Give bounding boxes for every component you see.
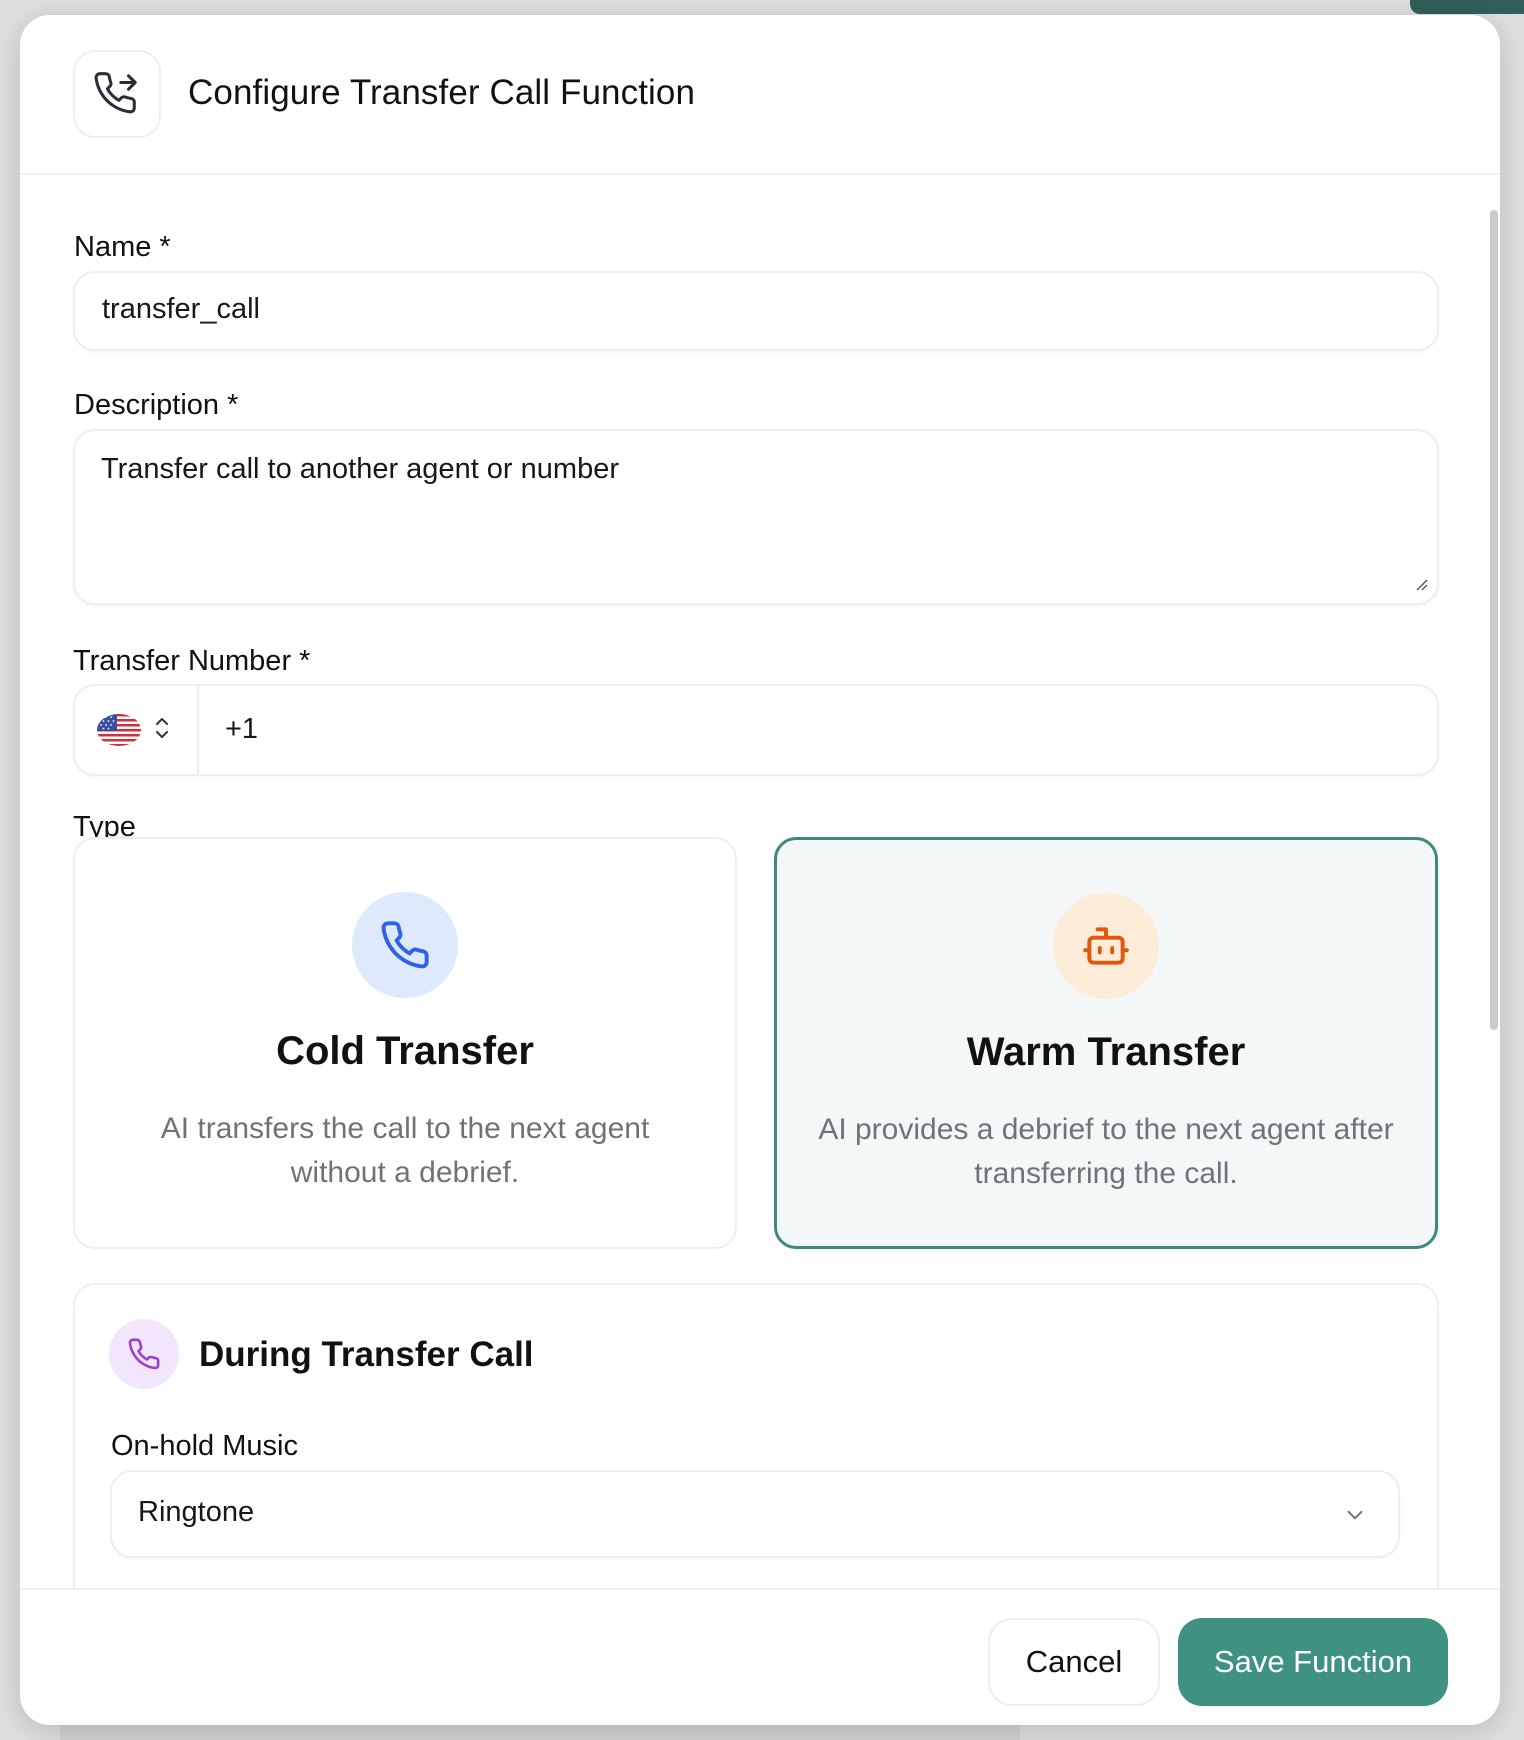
description-textarea[interactable]: Transfer call to another agent or number	[73, 429, 1439, 605]
save-function-button[interactable]: Save Function	[1178, 1618, 1448, 1706]
warm-transfer-option[interactable]: Warm Transfer AI provides a debrief to t…	[774, 837, 1438, 1249]
dialog-header: Configure Transfer Call Function	[20, 15, 1500, 175]
bot-icon	[1053, 893, 1159, 999]
us-flag-icon	[97, 714, 141, 746]
on-hold-music-value: Ringtone	[138, 1496, 255, 1528]
configure-transfer-dialog: Configure Transfer Call Function Name * …	[20, 15, 1500, 1725]
description-label: Description *	[74, 389, 239, 421]
phone-forward-icon	[73, 50, 161, 138]
scrollbar[interactable]	[1490, 210, 1498, 1030]
phone-icon	[109, 1319, 179, 1389]
name-label: Name *	[74, 231, 171, 263]
transfer-number-input[interactable]: +1	[225, 713, 258, 746]
name-input[interactable]: transfer_call	[73, 271, 1439, 351]
phone-icon	[352, 892, 458, 998]
on-hold-music-select[interactable]: Ringtone	[110, 1470, 1400, 1558]
cancel-button[interactable]: Cancel	[988, 1618, 1160, 1706]
chevrons-up-down-icon	[153, 715, 171, 746]
cold-transfer-option[interactable]: Cold Transfer AI transfers the call to t…	[73, 837, 737, 1249]
chevron-down-icon	[1342, 1502, 1368, 1533]
backdrop-element	[1410, 0, 1524, 14]
dialog-footer: Cancel Save Function	[20, 1588, 1500, 1725]
transfer-number-label: Transfer Number *	[73, 645, 311, 677]
country-selector[interactable]	[75, 686, 199, 774]
warm-transfer-title: Warm Transfer	[966, 1030, 1246, 1074]
warm-transfer-description: AI provides a debrief to the next agent …	[818, 1113, 1394, 1190]
during-transfer-title: During Transfer Call	[199, 1335, 534, 1374]
description-textarea-value: Transfer call to another agent or number	[101, 453, 619, 485]
dialog-title: Configure Transfer Call Function	[188, 73, 696, 112]
resize-handle-icon[interactable]	[1413, 576, 1429, 597]
name-input-value: transfer_call	[102, 293, 260, 325]
cold-transfer-description: AI transfers the call to the next agent …	[160, 1112, 650, 1189]
on-hold-music-label: On-hold Music	[111, 1430, 298, 1462]
cold-transfer-title: Cold Transfer	[276, 1029, 534, 1073]
transfer-number-field: +1	[73, 684, 1439, 776]
